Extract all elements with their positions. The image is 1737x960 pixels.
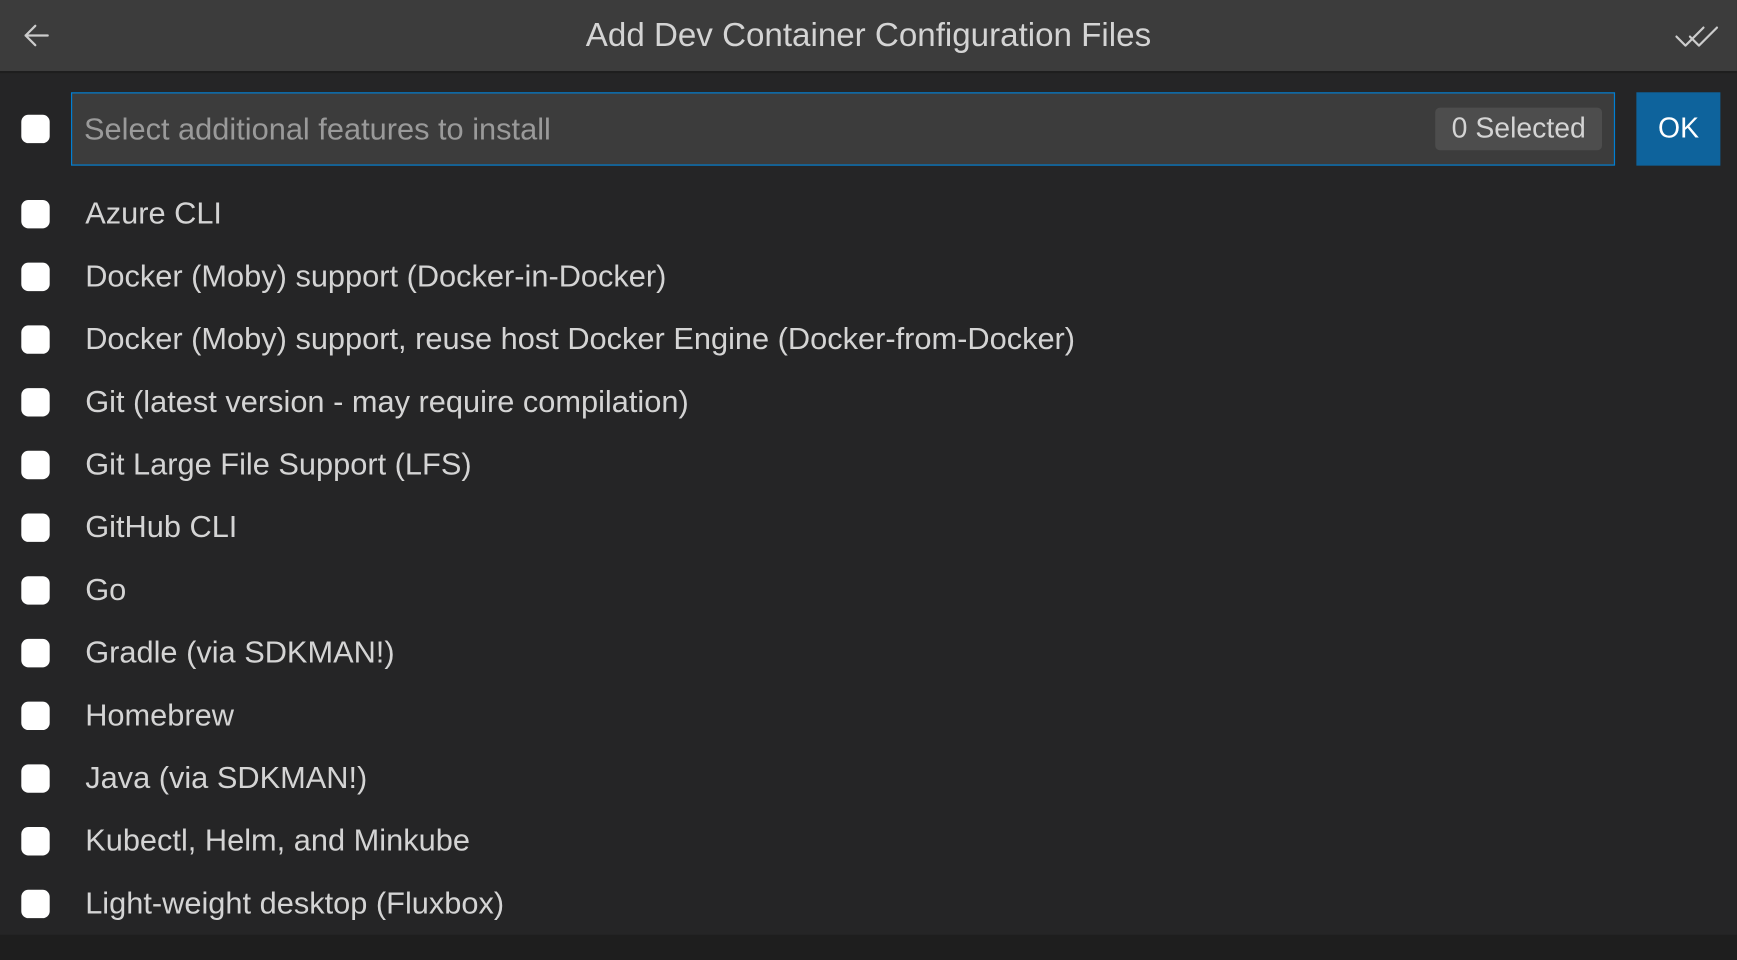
feature-label: Docker (Moby) support (Docker-in-Docker) [85, 258, 666, 295]
feature-checkbox[interactable] [21, 638, 49, 666]
features-list: Azure CLI Docker (Moby) support (Docker-i… [17, 182, 1721, 935]
back-button[interactable] [17, 15, 57, 55]
feature-row[interactable]: Kubectl, Helm, and Minkube [17, 809, 1721, 872]
feature-checkbox[interactable] [21, 576, 49, 604]
search-wrap: 0 Selected [71, 92, 1615, 165]
feature-label: Go [85, 571, 126, 608]
feature-checkbox[interactable] [21, 387, 49, 415]
feature-label: Git Large File Support (LFS) [85, 446, 471, 483]
select-all-checkbox[interactable] [21, 115, 49, 143]
feature-row[interactable]: Homebrew [17, 684, 1721, 747]
feature-checkbox[interactable] [21, 826, 49, 854]
feature-checkbox[interactable] [21, 450, 49, 478]
feature-row[interactable]: Docker (Moby) support (Docker-in-Docker) [17, 245, 1721, 308]
feature-row[interactable]: Azure CLI [17, 182, 1721, 245]
feature-row[interactable]: Docker (Moby) support, reuse host Docker… [17, 308, 1721, 371]
feature-label: Azure CLI [85, 195, 222, 232]
feature-row[interactable]: Light-weight desktop (Fluxbox) [17, 872, 1721, 935]
search-input[interactable] [84, 111, 1435, 148]
search-row: 0 Selected OK [17, 92, 1721, 165]
feature-checkbox[interactable] [21, 262, 49, 290]
feature-label: Java (via SDKMAN!) [85, 760, 367, 797]
feature-label: Docker (Moby) support, reuse host Docker… [85, 321, 1075, 358]
feature-row[interactable]: Git (latest version - may require compil… [17, 370, 1721, 433]
feature-checkbox[interactable] [21, 889, 49, 917]
feature-row[interactable]: Git Large File Support (LFS) [17, 433, 1721, 496]
feature-label: GitHub CLI [85, 509, 237, 546]
feature-label: Homebrew [85, 697, 234, 734]
quickpick-body: 0 Selected OK Azure CLI Docker (Moby) sup… [0, 73, 1737, 934]
selected-count-badge: 0 Selected [1435, 108, 1602, 151]
feature-checkbox[interactable] [21, 701, 49, 729]
feature-row[interactable]: Gradle (via SDKMAN!) [17, 621, 1721, 684]
ok-button[interactable]: OK [1637, 92, 1721, 165]
feature-row[interactable]: Go [17, 558, 1721, 621]
feature-row[interactable]: Java (via SDKMAN!) [17, 747, 1721, 810]
double-check-icon [1674, 20, 1719, 51]
feature-row[interactable]: GitHub CLI [17, 496, 1721, 559]
feature-label: Gradle (via SDKMAN!) [85, 634, 394, 671]
feature-checkbox[interactable] [21, 325, 49, 353]
accept-all-button[interactable] [1673, 12, 1720, 59]
feature-label: Light-weight desktop (Fluxbox) [85, 885, 504, 922]
feature-label: Git (latest version - may require compil… [85, 383, 689, 420]
feature-checkbox[interactable] [21, 513, 49, 541]
feature-checkbox[interactable] [21, 764, 49, 792]
arrow-left-icon [20, 19, 53, 52]
feature-label: Kubectl, Helm, and Minkube [85, 822, 470, 859]
page-title: Add Dev Container Configuration Files [0, 17, 1737, 55]
titlebar: Add Dev Container Configuration Files [0, 0, 1737, 73]
feature-checkbox[interactable] [21, 199, 49, 227]
